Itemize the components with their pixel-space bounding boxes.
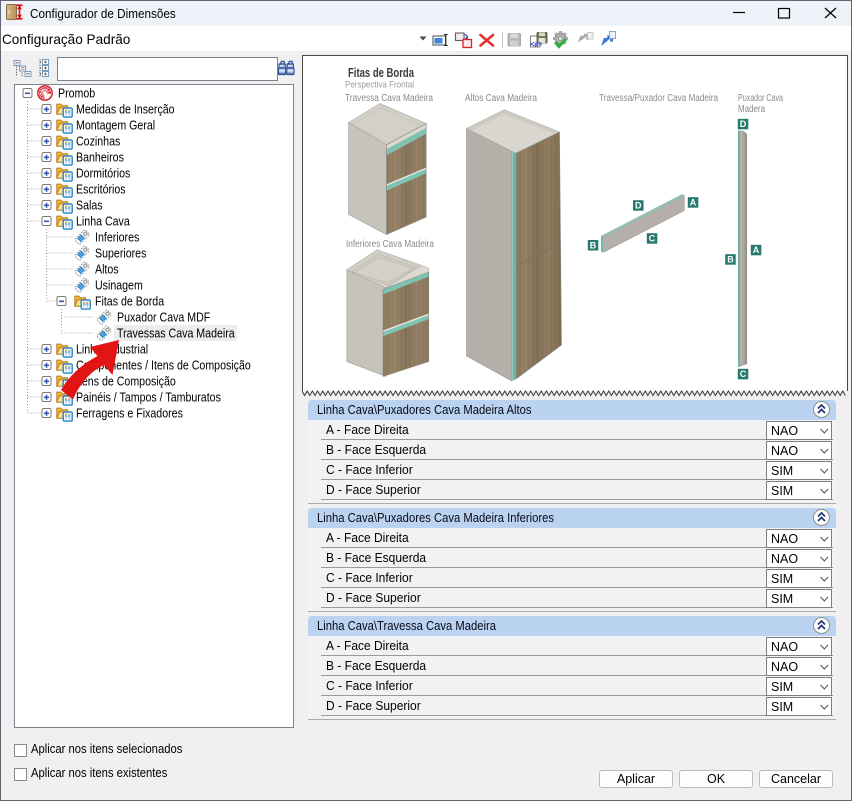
- svg-text:Madera: Madera: [738, 104, 765, 115]
- svg-text:Linha Cava: Linha Cava: [76, 215, 130, 229]
- svg-text:Escritórios: Escritórios: [76, 183, 126, 197]
- svg-text:Dormitórios: Dormitórios: [76, 167, 130, 181]
- svg-text:D: D: [740, 119, 747, 129]
- svg-text:Fitas de Borda: Fitas de Borda: [348, 65, 415, 80]
- svg-text:Perspectiva Frontal: Perspectiva Frontal: [345, 80, 414, 91]
- svg-text:Itens de Composição: Itens de Composição: [76, 375, 176, 389]
- svg-text:D: D: [635, 201, 642, 211]
- svg-text:Cozinhas: Cozinhas: [76, 135, 120, 149]
- svg-text:B: B: [590, 240, 597, 250]
- svg-text:B: B: [727, 255, 734, 265]
- svg-text:C: C: [740, 369, 747, 379]
- svg-text:Superiores: Superiores: [95, 247, 146, 261]
- svg-text:<a=: <a=: [530, 42, 542, 49]
- svg-text:Painéis / Tampos / Tamburatos: Painéis / Tampos / Tamburatos: [76, 391, 221, 405]
- svg-text:Travessas Cava Madeira: Travessas Cava Madeira: [117, 327, 235, 341]
- svg-text:Medidas de Inserção: Medidas de Inserção: [76, 103, 175, 117]
- svg-text:Banheiros: Banheiros: [76, 151, 124, 165]
- svg-text:Usinagem: Usinagem: [95, 279, 143, 293]
- svg-text:A: A: [753, 245, 760, 255]
- svg-text:Puxador Cava MDF: Puxador Cava MDF: [117, 311, 211, 325]
- svg-text:Salas: Salas: [76, 199, 103, 213]
- svg-text:Inferiores Cava Madeira: Inferiores Cava Madeira: [346, 239, 434, 250]
- svg-text:Travessa Cava Madeira: Travessa Cava Madeira: [345, 93, 433, 104]
- svg-text:Fitas de Borda: Fitas de Borda: [95, 295, 164, 309]
- svg-text:Ferragens e Fixadores: Ferragens e Fixadores: [76, 407, 183, 421]
- svg-text:Altos Cava Madeira: Altos Cava Madeira: [465, 93, 537, 104]
- svg-text:C: C: [649, 234, 656, 244]
- svg-text:Puxador Cava: Puxador Cava: [738, 93, 783, 104]
- svg-text:Inferiores: Inferiores: [95, 231, 139, 245]
- svg-text:Altos: Altos: [95, 263, 119, 277]
- svg-text:Montagem Geral: Montagem Geral: [76, 119, 155, 133]
- svg-text:Travessa/Puxador Cava Madeira: Travessa/Puxador Cava Madeira: [599, 93, 718, 104]
- svg-text:A: A: [690, 198, 697, 208]
- svg-text:Promob: Promob: [58, 87, 95, 101]
